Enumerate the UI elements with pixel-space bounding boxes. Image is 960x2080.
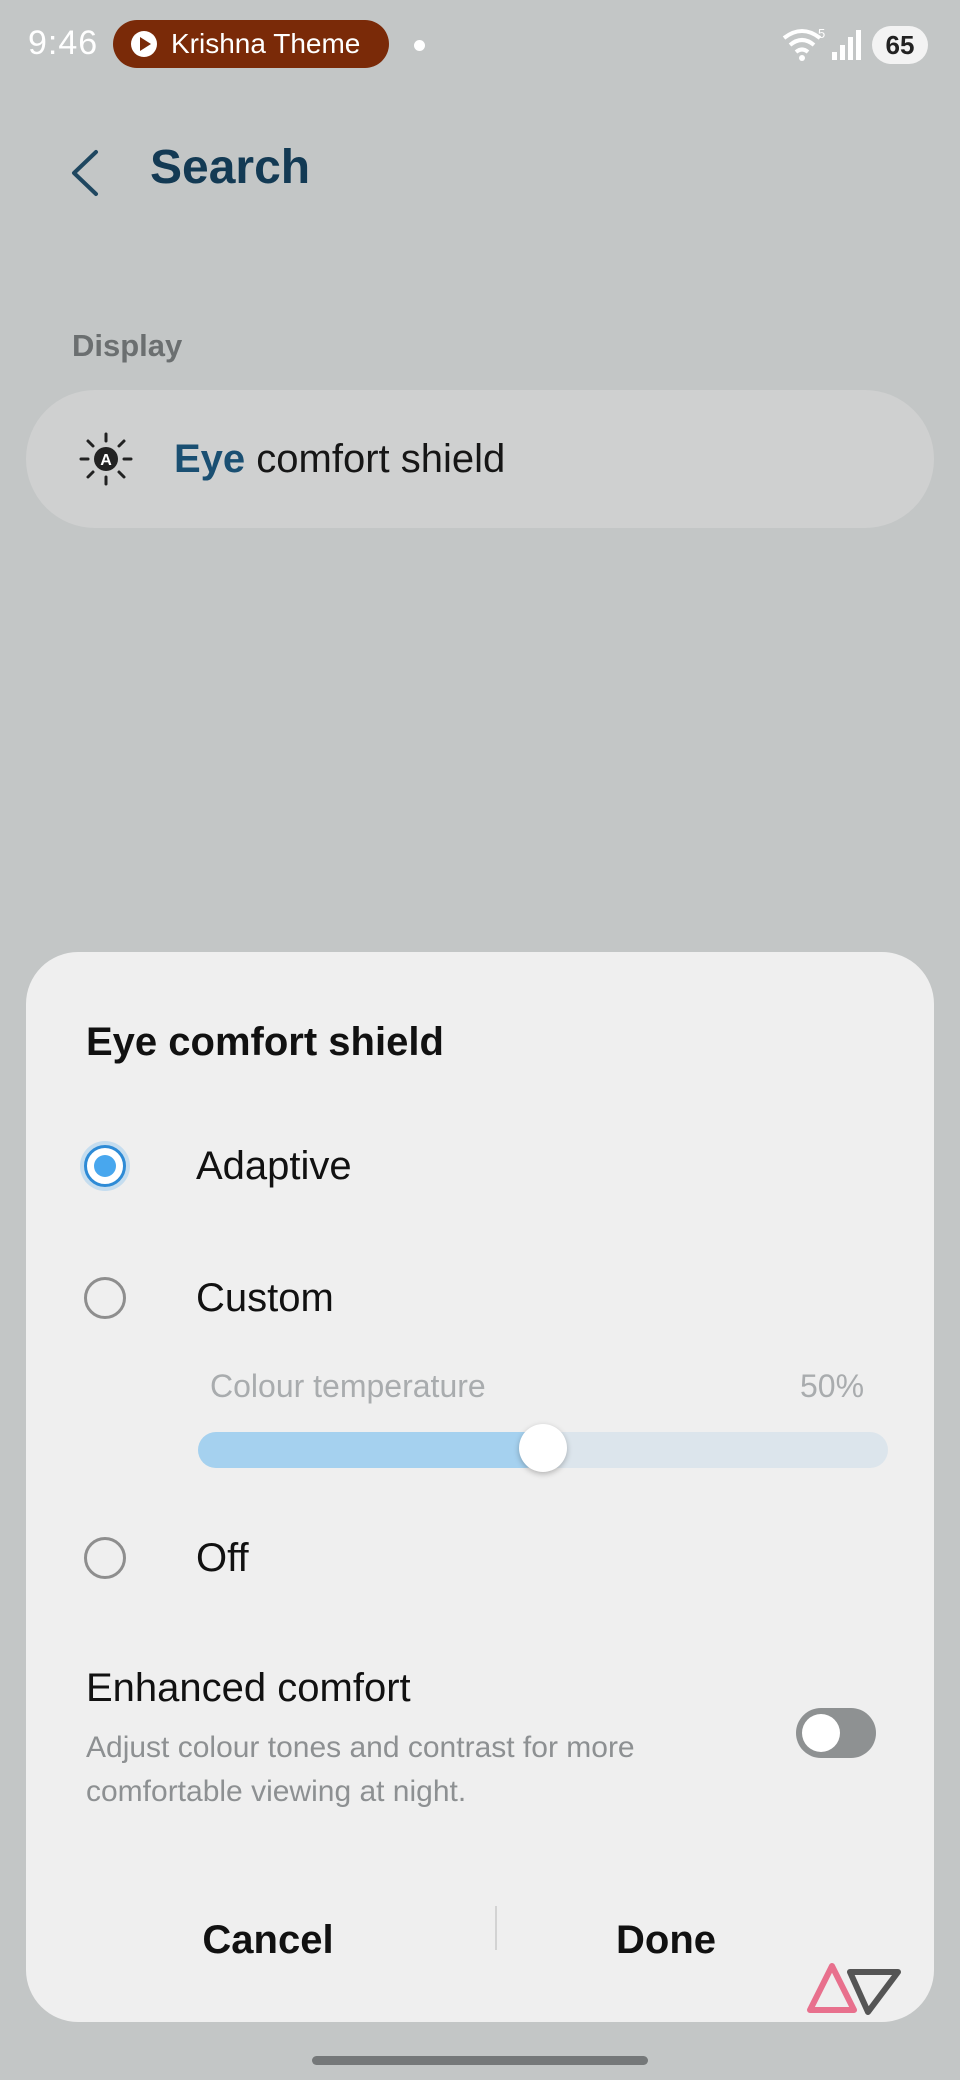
cancel-button[interactable]: Cancel — [118, 1890, 418, 1990]
eye-comfort-sheet: Eye comfort shield Adaptive Custom Colou… — [26, 952, 934, 2022]
notification-dot — [414, 40, 425, 51]
toggle-knob — [802, 1714, 840, 1752]
watermark-logo-icon — [807, 1963, 901, 2015]
button-divider — [495, 1906, 497, 1950]
radio-off[interactable] — [84, 1537, 126, 1579]
slider-fill — [198, 1432, 543, 1468]
done-button[interactable]: Done — [516, 1890, 816, 1990]
radio-adaptive[interactable] — [84, 1145, 126, 1187]
status-time: 9:46 — [28, 24, 99, 62]
media-notification-pill[interactable]: Krishna Theme — [113, 20, 389, 68]
page-title: Search — [150, 141, 311, 194]
enhanced-comfort-toggle[interactable] — [796, 1708, 876, 1758]
wifi-badge: 5 — [818, 26, 825, 41]
option-label: Custom — [196, 1275, 334, 1320]
slider-label: Colour temperature — [210, 1368, 486, 1404]
sheet-title: Eye comfort shield — [86, 1020, 444, 1064]
eye-comfort-sun-icon: A — [79, 432, 133, 486]
option-adaptive[interactable]: Adaptive — [84, 1126, 904, 1206]
enhanced-comfort-title: Enhanced comfort — [86, 1666, 411, 1710]
option-label: Off — [196, 1535, 249, 1580]
svg-text:A: A — [100, 452, 112, 469]
enhanced-comfort-description: Adjust colour tones and contrast for mor… — [86, 1731, 635, 1808]
back-chevron-icon[interactable] — [66, 148, 106, 198]
wifi-icon: 5 — [782, 26, 825, 61]
battery-indicator: 65 — [872, 26, 928, 64]
section-label: Display — [72, 328, 183, 363]
colour-temperature-slider[interactable] — [198, 1424, 888, 1472]
play-icon — [131, 31, 157, 57]
slider-thumb[interactable] — [519, 1424, 567, 1472]
radio-custom[interactable] — [84, 1277, 126, 1319]
option-label: Adaptive — [196, 1143, 352, 1188]
signal-icon — [832, 30, 861, 60]
option-off[interactable]: Off — [84, 1518, 904, 1598]
search-highlight: Eye — [174, 436, 246, 481]
slider-value: 50% — [800, 1368, 865, 1404]
status-bar: 9:46 Krishna Theme 5 65 — [0, 0, 960, 92]
search-result-label: Eye comfort shield — [174, 437, 505, 482]
navigation-handle[interactable] — [312, 2056, 648, 2065]
media-title: Krishna Theme — [171, 28, 361, 59]
search-result-rest: comfort shield — [245, 436, 506, 481]
option-custom[interactable]: Custom — [84, 1258, 904, 1338]
search-result-eye-comfort-shield[interactable]: A Eye comfort shield — [26, 390, 934, 528]
